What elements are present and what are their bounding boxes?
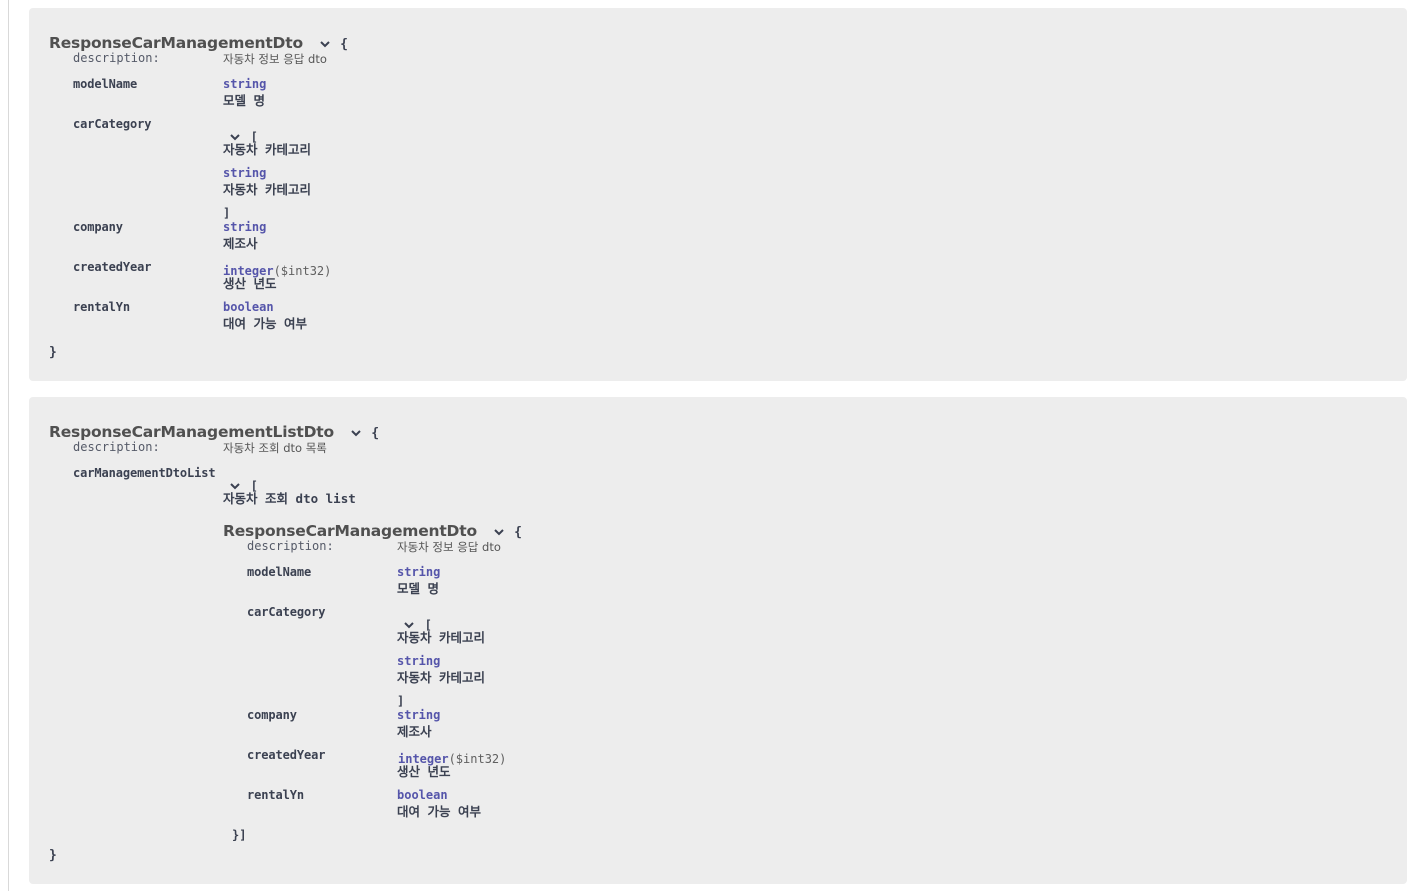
item-desc-carcategory: 자동차 카테고리 (223, 182, 312, 197)
nested-description-label: description: (247, 539, 334, 553)
prop-type-modelname: string (223, 77, 267, 91)
model-box-response-car-management-list-dto: ResponseCarManagementListDto { descripti… (29, 397, 1407, 884)
chevron-down-icon[interactable] (319, 39, 331, 49)
open-brace: { (340, 37, 348, 52)
prop-type-rentalyn: boolean (223, 300, 274, 314)
model-description: 자동차 조회 dto 목록 (223, 441, 327, 455)
array-desc-carcategory: 자동차 카테고리 (223, 142, 312, 157)
left-divider (8, 0, 9, 891)
nested-prop-format-createdyear: ($int32) (448, 752, 507, 766)
nested-close-brace-bracket: }] (232, 828, 247, 842)
prop-format-createdyear: ($int32) (273, 264, 332, 278)
prop-name-carcategory: carCategory (73, 117, 152, 131)
nested-array-close-bracket: ] (397, 694, 405, 708)
prop-name-rentalyn: rentalYn (73, 300, 130, 314)
model-title[interactable]: ResponseCarManagementListDto (49, 423, 334, 441)
prop-desc-rentalyn: 대여 가능 여부 (223, 316, 308, 331)
nested-prop-name-modelname: modelName (247, 565, 312, 579)
nested-array-desc-carcategory: 자동차 카테고리 (397, 630, 486, 645)
prop-name-company: company (73, 220, 123, 234)
model-header[interactable]: ResponseCarManagementListDto { (49, 422, 379, 441)
prop-name-carmanagementdtolist: carManagementDtoList (73, 466, 216, 480)
array-desc-carmanagementdtolist: 자동차 조회 dto list (223, 491, 356, 506)
nested-prop-desc-company: 제조사 (397, 724, 432, 739)
close-brace: } (49, 848, 57, 863)
nested-prop-name-rentalyn: rentalYn (247, 788, 304, 802)
nested-prop-name-createdyear: createdYear (247, 748, 326, 762)
array-close-bracket: ] (223, 206, 231, 220)
nested-prop-desc-modelname: 모델 명 (397, 581, 440, 596)
nested-item-type-carcategory: string (397, 654, 441, 668)
model-description: 자동차 정보 응답 dto (223, 52, 327, 66)
model-title[interactable]: ResponseCarManagementDto (49, 34, 303, 52)
item-type-carcategory: string (223, 166, 267, 180)
description-label: description: (73, 440, 160, 454)
nested-item-desc-carcategory: 자동차 카테고리 (397, 670, 486, 685)
open-brace: { (371, 426, 380, 441)
close-brace: } (49, 345, 57, 360)
chevron-down-icon[interactable] (350, 428, 362, 438)
nested-model-header[interactable]: ResponseCarManagementDto { (223, 521, 522, 540)
nested-prop-type-modelname: string (397, 565, 441, 579)
swagger-schemas-page: ResponseCarManagementDto { description: … (0, 0, 1419, 891)
nested-model-title[interactable]: ResponseCarManagementDto (223, 522, 477, 540)
nested-prop-name-carcategory: carCategory (247, 605, 326, 619)
prop-name-modelname: modelName (73, 77, 138, 91)
description-label: description: (73, 51, 160, 65)
nested-prop-desc-createdyear: 생산 년도 (397, 764, 451, 779)
nested-prop-type-rentalyn: boolean (397, 788, 448, 802)
prop-type-company: string (223, 220, 267, 234)
nested-prop-desc-rentalyn: 대여 가능 여부 (397, 804, 482, 819)
chevron-down-icon[interactable] (493, 527, 505, 537)
prop-name-createdyear: createdYear (73, 260, 152, 274)
prop-desc-modelname: 모델 명 (223, 93, 266, 108)
nested-prop-name-company: company (247, 708, 297, 722)
nested-model-description: 자동차 정보 응답 dto (397, 540, 501, 554)
model-box-response-car-management-dto: ResponseCarManagementDto { description: … (29, 8, 1407, 381)
prop-desc-createdyear: 생산 년도 (223, 276, 277, 291)
model-header[interactable]: ResponseCarManagementDto { (49, 33, 348, 52)
prop-desc-company: 제조사 (223, 236, 258, 251)
nested-prop-type-company: string (397, 708, 441, 722)
nested-open-brace: { (514, 525, 522, 540)
